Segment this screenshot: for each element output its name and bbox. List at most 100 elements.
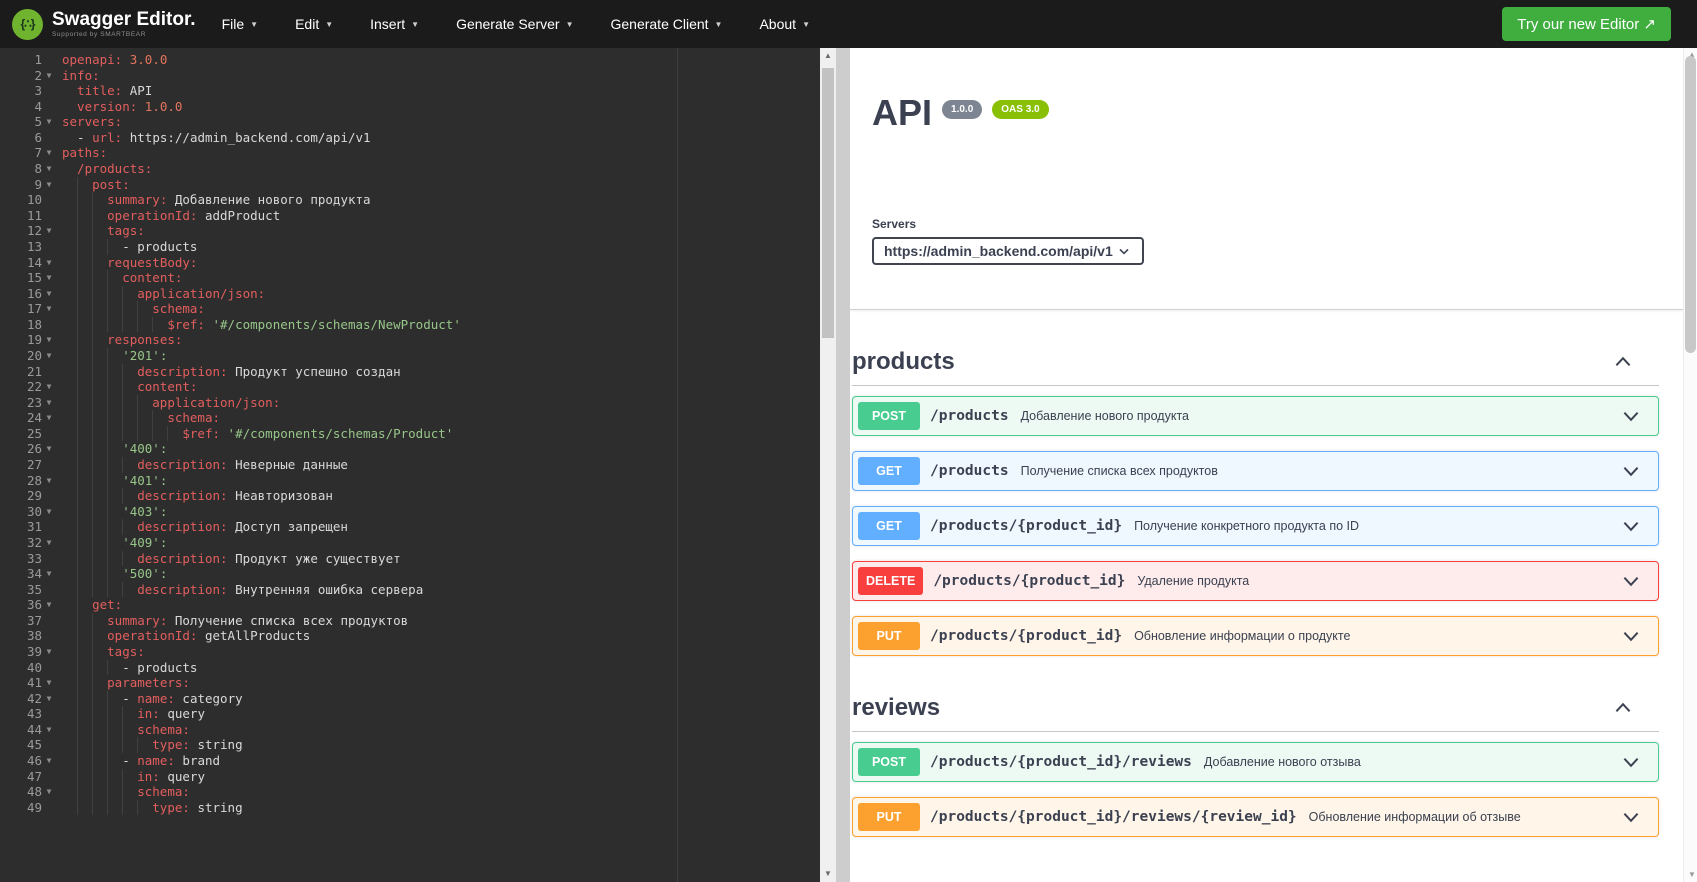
fold-caret-icon[interactable]: ▼	[42, 348, 56, 364]
code-line[interactable]: 10 summary: Добавление нового продукта	[0, 192, 820, 208]
code-line[interactable]: 44 ▼ schema:	[0, 722, 820, 738]
scroll-down-arrow-icon[interactable]: ▼	[1684, 868, 1697, 882]
fold-caret-icon[interactable]: ▼	[42, 286, 56, 302]
code-line[interactable]: 4 version: 1.0.0	[0, 99, 820, 115]
fold-caret-icon[interactable]: ▼	[42, 504, 56, 520]
yaml-code-area[interactable]: 1 openapi: 3.0.0 2 ▼ info: 3 title: API 4 versio…	[0, 48, 820, 882]
operation-row[interactable]: DELETE/products/{product_id} Удаление про…	[852, 561, 1659, 601]
operation-row[interactable]: POST/products Добавление нового продукта	[852, 396, 1659, 436]
expand-operation-icon[interactable]	[1620, 570, 1642, 592]
code-line[interactable]: 42 ▼ - name: category	[0, 691, 820, 707]
code-line[interactable]: 40 - products	[0, 660, 820, 676]
code-line[interactable]: 32 ▼ '409':	[0, 535, 820, 551]
fold-caret-icon[interactable]: ▼	[42, 535, 56, 551]
code-line[interactable]: 38 operationId: getAllProducts	[0, 628, 820, 644]
code-line[interactable]: 37 summary: Получение списка всех продукт…	[0, 613, 820, 629]
server-select[interactable]: https://admin_backend.com/api/v1	[872, 237, 1144, 265]
code-line[interactable]: 36 ▼ get:	[0, 597, 820, 613]
fold-caret-icon[interactable]: ▼	[42, 161, 56, 177]
code-line[interactable]: 9 ▼ post:	[0, 177, 820, 193]
operation-row[interactable]: GET/products Получение списка всех продук…	[852, 451, 1659, 491]
fold-caret-icon[interactable]: ▼	[42, 722, 56, 738]
code-line[interactable]: 18 $ref: '#/components/schemas/NewProduct…	[0, 317, 820, 333]
code-line[interactable]: 27 description: Неверные данные	[0, 457, 820, 473]
fold-caret-icon[interactable]: ▼	[42, 177, 56, 193]
fold-caret-icon[interactable]: ▼	[42, 691, 56, 707]
code-line[interactable]: 8 ▼ /products:	[0, 161, 820, 177]
code-line[interactable]: 20 ▼ '201':	[0, 348, 820, 364]
fold-caret-icon[interactable]: ▼	[42, 441, 56, 457]
expand-operation-icon[interactable]	[1620, 625, 1642, 647]
fold-caret-icon[interactable]: ▼	[42, 473, 56, 489]
menu-generate-server[interactable]: Generate Server ▼	[456, 16, 573, 32]
editor-scrollbar[interactable]: ▲ ▼	[820, 48, 836, 882]
fold-caret-icon[interactable]: ▼	[42, 68, 56, 84]
code-line[interactable]: 48 ▼ schema:	[0, 784, 820, 800]
code-line[interactable]: 35 description: Внутренняя ошибка сервера	[0, 582, 820, 598]
code-line[interactable]: 45 type: string	[0, 737, 820, 753]
code-line[interactable]: 33 description: Продукт уже существует	[0, 551, 820, 567]
fold-caret-icon[interactable]: ▼	[42, 675, 56, 691]
fold-caret-icon[interactable]: ▼	[42, 114, 56, 130]
fold-caret-icon[interactable]: ▼	[42, 255, 56, 271]
code-line[interactable]: 41 ▼ parameters:	[0, 675, 820, 691]
code-line[interactable]: 31 description: Доступ запрещен	[0, 519, 820, 535]
code-line[interactable]: 2 ▼ info:	[0, 68, 820, 84]
fold-caret-icon[interactable]: ▼	[42, 784, 56, 800]
code-line[interactable]: 43 in: query	[0, 706, 820, 722]
code-line[interactable]: 24 ▼ schema:	[0, 410, 820, 426]
code-line[interactable]: 21 description: Продукт успешно создан	[0, 364, 820, 380]
fold-caret-icon[interactable]: ▼	[42, 597, 56, 613]
scroll-down-arrow-icon[interactable]: ▼	[820, 867, 836, 881]
code-line[interactable]: 19 ▼ responses:	[0, 332, 820, 348]
fold-caret-icon[interactable]: ▼	[42, 753, 56, 769]
fold-caret-icon[interactable]: ▼	[42, 410, 56, 426]
code-line[interactable]: 29 description: Неавторизован	[0, 488, 820, 504]
fold-caret-icon[interactable]: ▼	[42, 332, 56, 348]
code-line[interactable]: 14 ▼ requestBody:	[0, 255, 820, 271]
code-line[interactable]: 12 ▼ tags:	[0, 223, 820, 239]
expand-operation-icon[interactable]	[1620, 405, 1642, 427]
operation-row[interactable]: PUT/products/{product_id}/reviews/{revie…	[852, 797, 1659, 837]
code-line[interactable]: 25 $ref: '#/components/schemas/Product'	[0, 426, 820, 442]
code-line[interactable]: 23 ▼ application/json:	[0, 395, 820, 411]
code-line[interactable]: 39 ▼ tags:	[0, 644, 820, 660]
code-line[interactable]: 47 in: query	[0, 769, 820, 785]
fold-caret-icon[interactable]: ▼	[42, 644, 56, 660]
code-line[interactable]: 16 ▼ application/json:	[0, 286, 820, 302]
code-line[interactable]: 28 ▼ '401':	[0, 473, 820, 489]
fold-caret-icon[interactable]: ▼	[42, 223, 56, 239]
tag-section-header-products[interactable]: products	[852, 348, 1659, 386]
menu-file[interactable]: File ▼	[222, 16, 258, 32]
menu-edit[interactable]: Edit ▼	[295, 16, 333, 32]
code-line[interactable]: 3 title: API	[0, 83, 820, 99]
expand-operation-icon[interactable]	[1620, 806, 1642, 828]
expand-operation-icon[interactable]	[1620, 460, 1642, 482]
swagger-logo[interactable]: {∴} Swagger Editor. Supported by SMARTBE…	[12, 8, 196, 40]
operation-row[interactable]: GET/products/{product_id} Получение конкр…	[852, 506, 1659, 546]
collapse-section-icon[interactable]	[1612, 351, 1634, 373]
code-line[interactable]: 17 ▼ schema:	[0, 301, 820, 317]
expand-operation-icon[interactable]	[1620, 751, 1642, 773]
code-line[interactable]: 49 type: string	[0, 800, 820, 816]
try-new-editor-button[interactable]: Try our new Editor ↗	[1502, 7, 1671, 41]
code-line[interactable]: 46 ▼ - name: brand	[0, 753, 820, 769]
fold-caret-icon[interactable]: ▼	[42, 566, 56, 582]
code-line[interactable]: 34 ▼ '500':	[0, 566, 820, 582]
fold-caret-icon[interactable]: ▼	[42, 301, 56, 317]
fold-caret-icon[interactable]: ▼	[42, 395, 56, 411]
code-line[interactable]: 13 - products	[0, 239, 820, 255]
fold-caret-icon[interactable]: ▼	[42, 379, 56, 395]
menu-insert[interactable]: Insert ▼	[370, 16, 419, 32]
code-line[interactable]: 1 openapi: 3.0.0	[0, 52, 820, 68]
menu-generate-client[interactable]: Generate Client ▼	[610, 16, 722, 32]
operation-row[interactable]: POST/products/{product_id}/reviews Добавл…	[852, 742, 1659, 782]
code-line[interactable]: 15 ▼ content:	[0, 270, 820, 286]
page-scrollbar-thumb[interactable]	[1685, 56, 1696, 353]
editor-scrollbar-thumb[interactable]	[822, 68, 834, 338]
collapse-section-icon[interactable]	[1612, 697, 1634, 719]
tag-section-header-reviews[interactable]: reviews	[852, 694, 1659, 732]
code-line[interactable]: 26 ▼ '400':	[0, 441, 820, 457]
expand-operation-icon[interactable]	[1620, 515, 1642, 537]
menu-about[interactable]: About ▼	[759, 16, 810, 32]
